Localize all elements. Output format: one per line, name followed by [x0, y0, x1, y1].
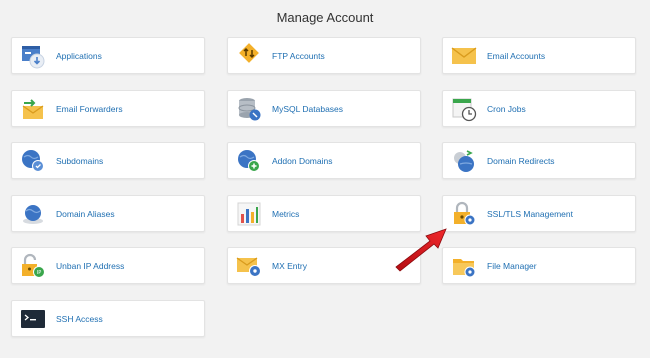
- domain-aliases-icon: [23, 204, 43, 224]
- tile-label: Subdomains: [56, 155, 104, 166]
- tile-label: Applications: [56, 50, 102, 61]
- tile-ssl-tls-management[interactable]: SSL/TLS Management: [442, 195, 636, 232]
- tile-email-accounts[interactable]: Email Accounts: [442, 37, 636, 74]
- tile-label: Unban IP Address: [56, 260, 125, 271]
- tile-unban-ip-address[interactable]: IP Unban IP Address: [11, 247, 205, 284]
- tile-label: Email Accounts: [487, 50, 546, 61]
- email-accounts-icon: [451, 46, 477, 64]
- tile-email-forwarders[interactable]: Email Forwarders: [11, 90, 205, 127]
- tile-domain-redirects[interactable]: Domain Redirects: [442, 142, 636, 179]
- tile-ssh-access[interactable]: SSH Access: [11, 300, 205, 337]
- tile-label: File Manager: [487, 260, 537, 271]
- tile-applications[interactable]: Applications: [11, 37, 205, 74]
- file-manager-icon: [453, 258, 476, 277]
- red-arrow-annotation: [395, 228, 447, 272]
- mx-entry-icon: [236, 256, 261, 277]
- tile-file-manager[interactable]: File Manager: [442, 247, 636, 284]
- tile-label: Addon Domains: [272, 155, 333, 166]
- tile-addon-domains[interactable]: Addon Domains: [227, 142, 421, 179]
- unban-ip-icon: IP: [22, 253, 45, 278]
- cron-jobs-icon: [452, 98, 477, 121]
- tile-ftp-accounts[interactable]: FTP Accounts: [227, 37, 421, 74]
- page-title: Manage Account: [276, 10, 374, 25]
- mysql-databases-icon: [238, 97, 261, 120]
- tile-label: Domain Redirects: [487, 155, 555, 166]
- subdomains-icon: [22, 149, 44, 172]
- ftp-accounts-icon: [239, 42, 259, 63]
- svg-text:IP: IP: [37, 270, 42, 276]
- addon-domains-icon: [238, 149, 260, 172]
- tile-label: FTP Accounts: [272, 50, 325, 61]
- tile-subdomains[interactable]: Subdomains: [11, 142, 205, 179]
- tile-label: Email Forwarders: [56, 103, 123, 114]
- tile-label: Domain Aliases: [56, 208, 115, 219]
- tile-label: SSL/TLS Management: [487, 208, 573, 219]
- tile-cron-jobs[interactable]: Cron Jobs: [442, 90, 636, 127]
- email-forwarders-icon: [22, 98, 44, 119]
- tile-label: SSH Access: [56, 313, 103, 324]
- ssh-access-icon: [21, 309, 45, 328]
- tile-label: Metrics: [272, 208, 300, 219]
- tile-mysql-databases[interactable]: MySQL Databases: [227, 90, 421, 127]
- tile-label: MySQL Databases: [272, 103, 344, 114]
- applications-icon: [22, 45, 45, 68]
- metrics-icon: [237, 202, 261, 225]
- tile-label: MX Entry: [272, 260, 307, 271]
- tile-domain-aliases[interactable]: Domain Aliases: [11, 195, 205, 232]
- ssl-tls-icon: [454, 201, 476, 225]
- domain-redirects-icon: [454, 149, 474, 172]
- tile-label: Cron Jobs: [487, 103, 526, 114]
